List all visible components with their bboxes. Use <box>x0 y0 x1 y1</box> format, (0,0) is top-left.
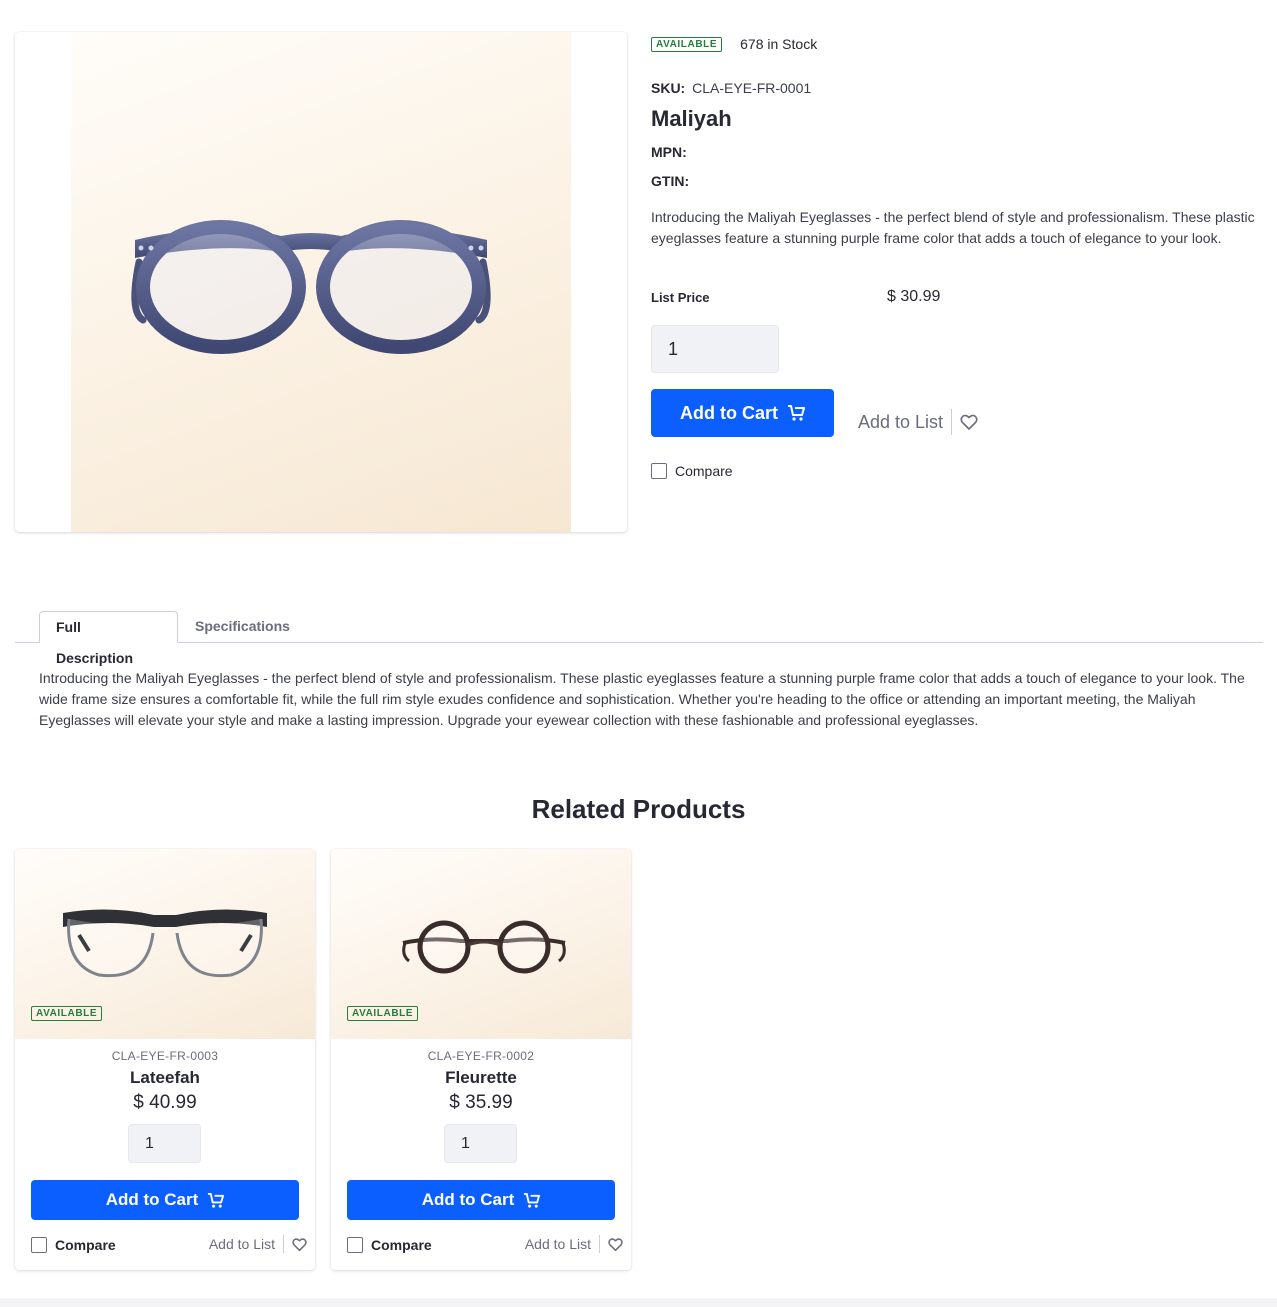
eyeglasses-image <box>402 920 566 974</box>
compare-label: Compare <box>371 1237 432 1253</box>
stock-row: AVAILABLE 678 in Stock <box>651 36 817 52</box>
add-to-cart-button[interactable]: Add to Cart <box>347 1180 615 1220</box>
quantity-input[interactable]: 1 <box>444 1124 517 1163</box>
quantity-input[interactable]: 1 <box>651 325 779 373</box>
heart-icon[interactable] <box>292 1237 307 1252</box>
sku-value: CLA-EYE-FR-0001 <box>692 80 812 96</box>
product-image <box>71 32 571 532</box>
add-to-cart-label: Add to Cart <box>105 1190 199 1209</box>
gtin-label: GTIN: <box>651 173 690 189</box>
related-product-card[interactable]: AVAILABLE CLA-EYE-FR-0002 Fleurette $ 35… <box>331 849 631 1270</box>
list-price-label: List Price <box>651 290 710 305</box>
add-to-list-label: Add to List <box>524 1236 591 1252</box>
product-price: $ 35.99 <box>449 1092 513 1113</box>
heart-icon[interactable] <box>960 413 978 431</box>
eyeglasses-image <box>131 220 491 354</box>
compare-checkbox-box[interactable] <box>347 1237 363 1253</box>
short-description: Introducing the Maliyah Eyeglasses - the… <box>651 209 1255 246</box>
mpn-label: MPN: <box>651 144 687 160</box>
compare-checkbox-box[interactable] <box>651 463 667 479</box>
compare-checkbox-box[interactable] <box>31 1237 47 1253</box>
related-product-image[interactable]: AVAILABLE <box>15 849 315 1039</box>
add-to-cart-button[interactable]: Add to Cart <box>651 389 834 437</box>
add-to-list-button[interactable]: Add to List <box>858 409 978 435</box>
product-name[interactable]: Lateefah <box>15 1068 315 1088</box>
product-name: Maliyah <box>651 106 732 131</box>
availability-badge: AVAILABLE <box>31 1006 103 1021</box>
quantity-input[interactable]: 1 <box>128 1124 201 1163</box>
product-price: $ 40.99 <box>133 1092 197 1113</box>
add-to-cart-button[interactable]: Add to Cart <box>31 1180 299 1220</box>
divider <box>283 1235 284 1253</box>
eyeglasses-image <box>63 909 267 978</box>
cart-icon <box>524 1192 541 1208</box>
tab-specifications[interactable]: Specifications <box>179 611 306 643</box>
tab-full-description[interactable]: Full Description <box>39 611 178 666</box>
add-to-cart-label: Add to Cart <box>421 1190 515 1209</box>
compare-label: Compare <box>675 463 733 479</box>
product-sku: CLA-EYE-FR-0003 <box>111 1049 219 1063</box>
add-to-list-button[interactable]: Add to List <box>525 1235 623 1253</box>
footer-band <box>0 1298 1277 1307</box>
related-product-card[interactable]: AVAILABLE CLA-EYE-FR-0003 Lateefah $ 40.… <box>15 849 315 1270</box>
product-sku: CLA-EYE-FR-0002 <box>427 1049 535 1063</box>
full-description: Introducing the Maliyah Eyeglasses - the… <box>39 670 1245 728</box>
add-to-list-label: Add to List <box>858 411 944 432</box>
availability-badge: AVAILABLE <box>651 36 723 52</box>
cart-icon <box>788 405 805 421</box>
cart-icon <box>208 1192 225 1208</box>
stock-count: 678 in Stock <box>740 36 818 52</box>
availability-badge: AVAILABLE <box>347 1006 419 1021</box>
compare-checkbox[interactable]: Compare <box>347 1237 432 1253</box>
related-product-image[interactable]: AVAILABLE <box>331 849 631 1039</box>
add-to-cart-label: Add to Cart <box>680 402 778 423</box>
sku-row: SKU: CLA-EYE-FR-0001 <box>651 80 811 96</box>
compare-label: Compare <box>55 1237 116 1253</box>
related-products-title: Related Products <box>531 794 746 824</box>
heart-icon[interactable] <box>608 1237 623 1252</box>
product-name[interactable]: Fleurette <box>331 1068 631 1088</box>
product-image-card <box>15 32 627 532</box>
compare-checkbox[interactable]: Compare <box>651 463 733 479</box>
list-price-value: $ 30.99 <box>887 288 941 305</box>
divider <box>599 1235 600 1253</box>
sku-label: SKU: <box>651 80 686 96</box>
add-to-list-button[interactable]: Add to List <box>209 1235 307 1253</box>
divider <box>951 409 953 435</box>
add-to-list-label: Add to List <box>208 1236 275 1252</box>
compare-checkbox[interactable]: Compare <box>31 1237 116 1253</box>
